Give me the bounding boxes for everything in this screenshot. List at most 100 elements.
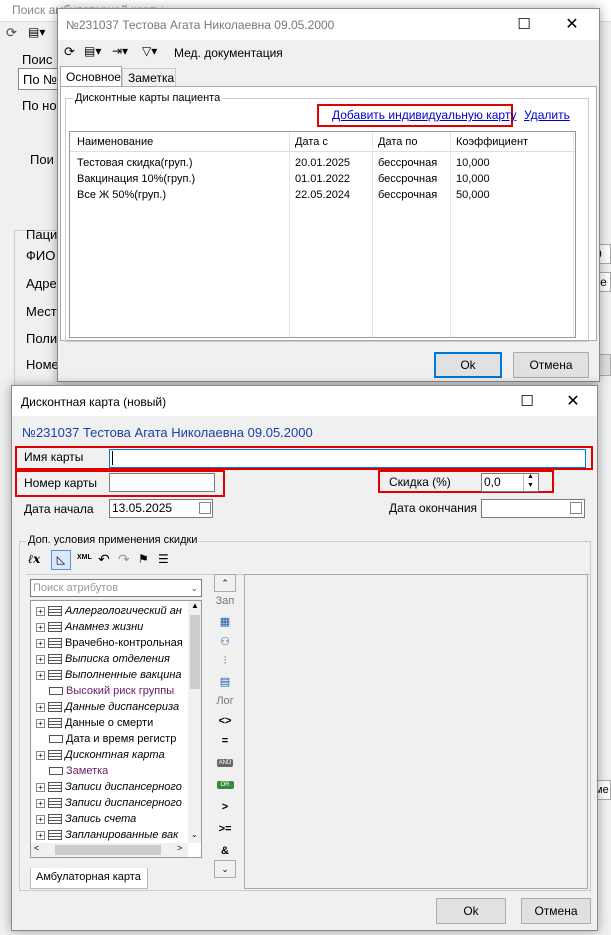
spin-up-icon[interactable]: ▲ xyxy=(527,473,534,480)
expand-icon[interactable]: + xyxy=(36,702,45,712)
ampersand-icon[interactable]: & xyxy=(214,842,236,860)
tree-item[interactable]: Заметка xyxy=(36,763,191,779)
or-icon[interactable]: OR xyxy=(214,776,236,794)
redo-icon[interactable]: ↷ xyxy=(118,551,130,568)
bg-radio-number[interactable]: По № xyxy=(18,68,60,90)
card-patient-name: №231037 Тестова Агата Николаевна 09.05.2… xyxy=(22,425,313,440)
condition-editor[interactable] xyxy=(244,574,588,889)
header-date-to[interactable]: Дата по xyxy=(378,136,418,148)
palette-up-icon[interactable]: ⌃ xyxy=(214,574,236,592)
tree-item[interactable]: Высокий риск группы xyxy=(36,683,191,699)
tree-item[interactable]: + Запись счета xyxy=(36,811,191,827)
cell-coefficient: 50,000 xyxy=(456,189,490,201)
delete-card-link[interactable]: Удалить xyxy=(524,108,570,122)
and-icon[interactable]: AND xyxy=(214,754,236,772)
tree-item[interactable]: + Записи диспансерного xyxy=(36,795,191,811)
document-menu-icon[interactable]: ▤▾ xyxy=(84,44,101,58)
tree-item[interactable]: + Данные диспансериза xyxy=(36,699,191,715)
hierarchy-icon[interactable]: ⚇ xyxy=(214,632,236,650)
xml-icon[interactable]: XML xyxy=(77,554,92,561)
table-filter-icon[interactable]: ▦ xyxy=(214,612,236,630)
greater-equal-icon[interactable]: >= xyxy=(214,820,236,838)
card-number-label: Номер карты xyxy=(24,476,97,490)
patient-ok-button[interactable]: Ok xyxy=(434,352,502,378)
palette-down-icon[interactable]: ⌄ xyxy=(214,860,236,878)
hscroll-thumb[interactable] xyxy=(55,845,161,855)
scroll-right-icon[interactable]: > xyxy=(177,843,182,853)
table-row[interactable]: Вакцинация 10%(груп.) 01.01.2022 бессроч… xyxy=(70,172,575,188)
tree-item[interactable]: + Анамнез жизни xyxy=(36,619,191,635)
maximize-icon[interactable]: ☐ xyxy=(510,386,544,416)
export-menu-icon[interactable]: ⇥▾ xyxy=(112,44,128,58)
tree-vscrollbar[interactable]: ▲ ⌄ xyxy=(188,601,201,843)
undo-icon[interactable]: ↶ xyxy=(98,551,110,568)
tab-main[interactable]: Основное xyxy=(60,66,122,87)
expand-icon[interactable]: + xyxy=(36,670,45,680)
header-coefficient[interactable]: Коэффициент xyxy=(456,136,528,148)
close-icon[interactable]: ✕ xyxy=(555,9,589,39)
expand-icon[interactable]: + xyxy=(36,782,45,792)
scroll-thumb[interactable] xyxy=(190,615,200,689)
not-equal-icon[interactable]: <> xyxy=(214,712,236,730)
tree-item[interactable]: + Данные о смерти xyxy=(36,715,191,731)
scroll-up-icon[interactable]: ▲ xyxy=(191,601,199,610)
formula-icon[interactable]: ℓx xyxy=(28,552,40,567)
expand-icon[interactable]: + xyxy=(36,638,45,648)
tree-item[interactable]: Дата и время регистр xyxy=(36,731,191,747)
med-docs-button[interactable]: Мед. документация xyxy=(174,46,283,60)
header-date-from[interactable]: Дата с xyxy=(295,136,328,148)
scroll-down-icon[interactable]: ⌄ xyxy=(191,830,198,839)
tab-outpatient-card[interactable]: Амбулаторная карта xyxy=(30,868,148,889)
clear-icon[interactable]: ⚑ xyxy=(138,552,149,566)
card-cancel-button[interactable]: Отмена xyxy=(521,898,591,924)
tree-item[interactable]: + Дисконтная карта xyxy=(36,747,191,763)
list-icon[interactable]: ☰ xyxy=(158,552,169,566)
expand-icon[interactable]: + xyxy=(36,830,45,840)
discount-group-title: Дисконтные карты пациента xyxy=(73,92,223,104)
tree-hscrollbar[interactable]: < > xyxy=(31,843,188,857)
expand-icon[interactable]: + xyxy=(36,622,45,632)
expand-icon[interactable]: + xyxy=(36,654,45,664)
tree-item[interactable]: + Записи диспансерного xyxy=(36,779,191,795)
expand-icon[interactable]: + xyxy=(36,750,45,760)
tree-item[interactable]: + Врачебно-контрольная xyxy=(36,635,191,651)
refresh-icon[interactable]: ⟳ xyxy=(64,44,75,60)
end-date-checkbox[interactable] xyxy=(570,502,582,514)
tree-item[interactable]: + Выписка отделения xyxy=(36,651,191,667)
table-row[interactable]: Все Ж 50%(груп.) 22.05.2024 бессрочная 5… xyxy=(70,188,575,204)
discount-spinner[interactable]: ▲ ▼ xyxy=(523,473,538,491)
document-icon[interactable]: ▤▾ xyxy=(28,25,45,39)
maximize-icon[interactable]: ☐ xyxy=(507,9,541,39)
tab-note[interactable]: Заметка xyxy=(122,68,176,87)
header-name[interactable]: Наименование xyxy=(77,136,153,148)
table-row[interactable]: Тестовая скидка(груп.) 20.01.2025 бессро… xyxy=(70,156,575,172)
patient-cancel-button[interactable]: Отмена xyxy=(513,352,589,378)
scroll-left-icon[interactable]: < xyxy=(34,843,39,853)
tab-outpatient-card-label: Амбулаторная карта xyxy=(36,871,141,883)
expand-icon[interactable]: + xyxy=(36,606,45,616)
expand-icon[interactable]: + xyxy=(36,798,45,808)
card-ok-button[interactable]: Ok xyxy=(436,898,506,924)
chevron-down-icon[interactable]: ⌄ xyxy=(190,580,198,596)
card-number-input[interactable] xyxy=(109,473,215,492)
field-icon xyxy=(49,735,63,744)
start-date-checkbox[interactable] xyxy=(199,502,211,514)
attribute-search-input[interactable]: Поиск атрибутов ⌄ xyxy=(30,579,202,597)
tree-item[interactable]: + Аллергологический ан xyxy=(36,603,191,619)
tree-item[interactable]: + Запланированные вак xyxy=(36,827,191,843)
filter-menu-icon[interactable]: ▽▾ xyxy=(142,44,157,58)
expand-icon[interactable]: + xyxy=(36,814,45,824)
ruler-icon[interactable]: ◺ xyxy=(51,550,71,570)
add-individual-card-link[interactable]: Добавить индивидуальную карту xyxy=(332,108,516,122)
greater-than-icon[interactable]: > xyxy=(214,798,236,816)
expand-icon[interactable]: + xyxy=(36,718,45,728)
tree-item[interactable]: + Выполненные вакцина xyxy=(36,667,191,683)
join-icon[interactable]: ⫶ xyxy=(214,652,236,670)
equals-icon[interactable]: = xyxy=(214,732,236,750)
refresh-icon[interactable]: ⟳ xyxy=(6,25,17,41)
spin-down-icon[interactable]: ▼ xyxy=(527,482,534,489)
grid-icon[interactable]: ▤ xyxy=(214,672,236,690)
start-date-input[interactable]: 13.05.2025 xyxy=(109,499,213,518)
close-icon[interactable]: ✕ xyxy=(556,386,590,416)
card-name-input[interactable] xyxy=(109,449,586,468)
